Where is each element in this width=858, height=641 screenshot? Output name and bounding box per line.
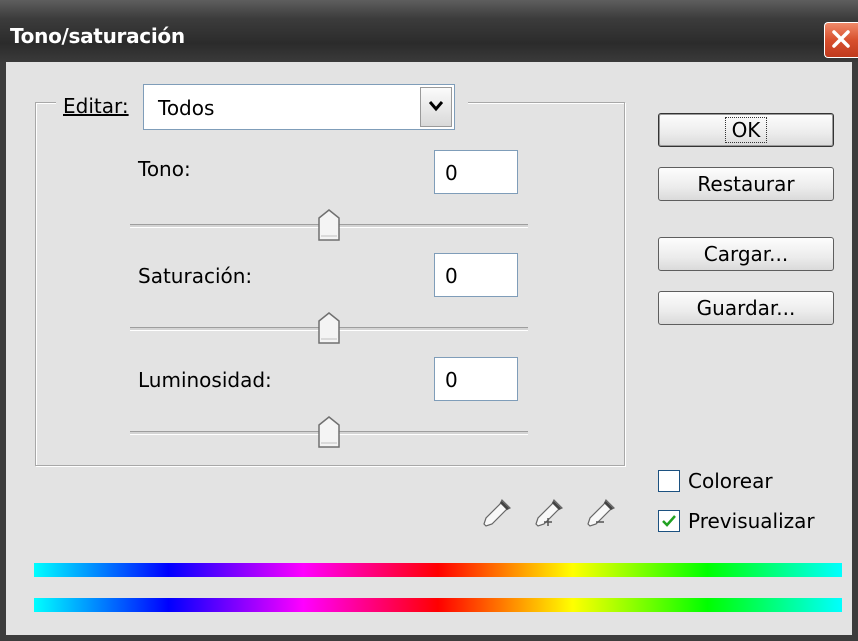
edit-groupbox [35, 102, 625, 466]
edit-channel-select[interactable]: Todos [143, 84, 455, 130]
saturation-slider-thumb[interactable] [315, 311, 343, 345]
saturation-input[interactable]: 0 [434, 253, 518, 297]
close-icon [832, 30, 850, 48]
ok-button[interactable]: OK [658, 113, 834, 147]
eyedropper-plus-icon[interactable] [532, 496, 566, 530]
eyedropper-icon[interactable] [480, 496, 514, 530]
restore-button[interactable]: Restaurar [658, 167, 834, 201]
eyedropper-minus-icon[interactable] [584, 496, 618, 530]
colorize-label[interactable]: Colorear [688, 469, 773, 493]
lightness-label: Luminosidad: [138, 368, 272, 392]
lightness-input[interactable]: 0 [434, 357, 518, 401]
lightness-slider-thumb[interactable] [315, 415, 343, 449]
dropdown-button[interactable] [420, 87, 452, 127]
checkmark-icon [662, 515, 676, 527]
ok-button-label: OK [724, 117, 768, 143]
edit-channel-value: Todos [158, 96, 215, 120]
output-color-spectrum [34, 598, 842, 612]
hue-label: Tono: [138, 157, 191, 181]
colorize-checkbox[interactable] [658, 470, 680, 492]
edit-label-text: Editar: [63, 94, 129, 118]
save-button[interactable]: Guardar... [658, 291, 834, 325]
title-bar[interactable]: Tono/saturación [0, 0, 858, 62]
preview-label[interactable]: Previsualizar [688, 509, 815, 533]
hue-input[interactable]: 0 [434, 150, 518, 194]
window-title: Tono/saturación [10, 24, 185, 48]
edit-label: Editar: [63, 94, 129, 118]
hue-slider-thumb[interactable] [315, 208, 343, 242]
preview-checkbox[interactable] [658, 510, 680, 532]
saturation-label: Saturación: [138, 264, 253, 288]
close-button[interactable] [824, 22, 858, 58]
input-color-spectrum [34, 563, 842, 577]
load-button[interactable]: Cargar... [658, 237, 834, 271]
chevron-down-icon [429, 101, 443, 112]
